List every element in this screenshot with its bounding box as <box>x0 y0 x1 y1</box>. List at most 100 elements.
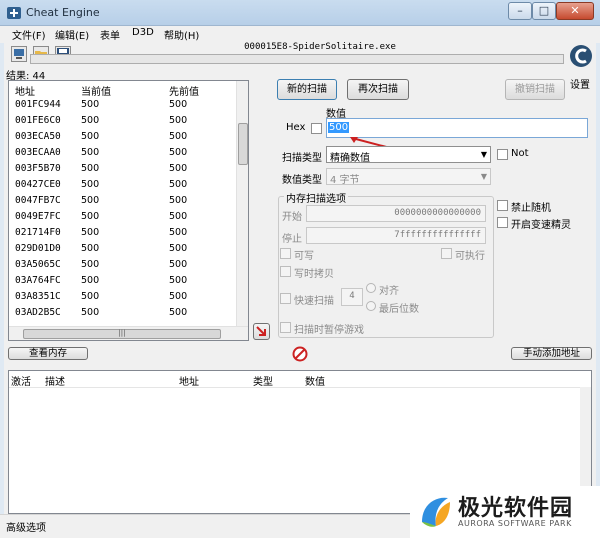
maximize-button[interactable]: □ <box>532 2 556 20</box>
address-cell: 03A764FC <box>15 275 61 286</box>
stop-icon[interactable] <box>292 346 308 362</box>
add-address-manually-button[interactable]: 手动添加地址 <box>511 347 592 360</box>
address-cell: 001FC944 <box>15 99 61 110</box>
current-value-cell: 500 <box>81 211 100 222</box>
executable-checkbox[interactable] <box>441 248 452 259</box>
advanced-options-link[interactable]: 高级选项 <box>6 519 46 534</box>
not-checkbox[interactable] <box>497 149 508 160</box>
fast-scan-alignment-field[interactable]: 4 <box>341 288 363 306</box>
undo-scan-button[interactable]: 撤销扫描 <box>505 79 565 100</box>
address-row[interactable]: 03A8351C 500 500 <box>9 289 237 305</box>
current-value-cell: 500 <box>81 99 100 110</box>
scan-type-select[interactable]: 精确数值 ▼ <box>326 146 491 164</box>
address-cell: 003F5B70 <box>15 163 61 174</box>
previous-value-cell: 500 <box>169 179 188 190</box>
column-active[interactable]: 激活 <box>11 373 31 388</box>
start-label: 开始 <box>282 212 302 223</box>
align-radio[interactable] <box>366 283 376 293</box>
stop-address-field[interactable]: 7fffffffffffffff <box>306 227 486 244</box>
address-row[interactable]: 03A764FC 500 500 <box>9 273 237 289</box>
address-row[interactable]: 003ECAA0 500 500 <box>9 145 237 161</box>
column-description[interactable]: 描述 <box>45 373 65 388</box>
add-selected-to-list-button[interactable] <box>253 323 270 340</box>
previous-value-cell: 500 <box>169 211 188 222</box>
speedhack-checkbox[interactable] <box>497 217 508 228</box>
pause-game-checkbox[interactable] <box>280 322 291 333</box>
menu-help[interactable]: 帮助(H) <box>164 27 199 42</box>
watermark-brand: 极光软件园 <box>458 496 574 521</box>
scroll-thumb[interactable]: ||| <box>23 329 221 339</box>
address-cell: 03AD2B5C <box>15 307 61 318</box>
current-value-cell: 500 <box>81 275 100 286</box>
address-cell: 0049E7FC <box>15 211 61 222</box>
current-value-cell: 500 <box>81 291 100 302</box>
column-current-value[interactable]: 当前值 <box>81 83 111 98</box>
memory-scan-options-title: 内存扫描选项 <box>284 190 348 205</box>
watermark: 极光软件园 AURORA SOFTWARE PARK <box>410 486 600 538</box>
start-address-field[interactable]: 0000000000000000 <box>306 205 486 222</box>
address-row[interactable]: 0047FB7C 500 500 <box>9 193 237 209</box>
address-list-vertical-scrollbar[interactable] <box>236 81 248 327</box>
address-row[interactable]: 021714F0 500 500 <box>9 225 237 241</box>
value-type-select[interactable]: 4 字节 ▼ <box>326 168 491 186</box>
settings-label[interactable]: 设置 <box>570 76 590 91</box>
address-cell: 001FE6C0 <box>15 115 61 126</box>
address-cell: 0047FB7C <box>15 195 61 206</box>
previous-value-cell: 500 <box>169 195 188 206</box>
column-previous-value[interactable]: 先前值 <box>169 83 199 98</box>
red-arrow-icon <box>256 326 266 336</box>
column-type[interactable]: 类型 <box>253 373 273 388</box>
address-row[interactable]: 00427CE0 500 500 <box>9 177 237 193</box>
scroll-thumb[interactable] <box>238 123 248 165</box>
view-memory-button[interactable]: 查看内存 <box>8 347 88 360</box>
previous-value-cell: 500 <box>169 227 188 238</box>
address-cell: 029D01D0 <box>15 243 61 254</box>
next-scan-button[interactable]: 再次扫描 <box>347 79 409 100</box>
minimize-button[interactable]: – <box>508 2 532 20</box>
address-row[interactable]: 001FC944 500 500 <box>9 97 237 113</box>
current-value-cell: 500 <box>81 243 100 254</box>
address-row[interactable]: 03A5065C 500 500 <box>9 257 237 273</box>
new-scan-button[interactable]: 新的扫描 <box>277 79 337 100</box>
current-value-cell: 500 <box>81 195 100 206</box>
close-button[interactable]: ✕ <box>556 2 594 20</box>
found-address-list[interactable]: 地址 当前值 先前值 001FC944 500 500 001FE6C0 500 500 0… <box>8 80 249 341</box>
previous-value-cell: 500 <box>169 259 188 270</box>
address-row[interactable]: 0049E7FC 500 500 <box>9 209 237 225</box>
column-address[interactable]: 地址 <box>15 83 35 98</box>
writable-checkbox[interactable] <box>280 248 291 259</box>
menu-file[interactable]: 文件(F) <box>12 27 46 42</box>
last-digits-radio[interactable] <box>366 301 376 311</box>
address-cell: 021714F0 <box>15 227 61 238</box>
copy-on-write-checkbox[interactable] <box>280 266 291 277</box>
address-row[interactable]: 003ECA50 500 500 <box>9 129 237 145</box>
fast-scan-label: 快速扫描 <box>294 296 334 307</box>
stop-label: 停止 <box>282 234 302 245</box>
previous-value-cell: 500 <box>169 131 188 142</box>
watermark-subtitle: AURORA SOFTWARE PARK <box>458 519 572 528</box>
fast-scan-checkbox[interactable] <box>280 293 291 304</box>
address-row[interactable]: 03AD2B5C 500 500 <box>9 305 237 321</box>
column-address[interactable]: 地址 <box>179 373 199 388</box>
disable-random-checkbox[interactable] <box>497 200 508 211</box>
address-row[interactable]: 001FE6C0 500 500 <box>9 113 237 129</box>
address-row[interactable]: 003F5B70 500 500 <box>9 161 237 177</box>
current-value-cell: 500 <box>81 179 100 190</box>
menu-edit[interactable]: 编辑(E) <box>55 27 89 42</box>
menu-table[interactable]: 表单 <box>100 27 120 42</box>
previous-value-cell: 500 <box>169 307 188 318</box>
address-cell: 003ECAA0 <box>15 147 61 158</box>
hex-checkbox[interactable] <box>311 123 322 134</box>
address-cell: 00427CE0 <box>15 179 61 190</box>
menu-d3d[interactable]: D3D <box>132 27 154 38</box>
address-row[interactable]: 029D01D0 500 500 <box>9 241 237 257</box>
current-value-cell: 500 <box>81 307 100 318</box>
open-process-button[interactable] <box>11 46 27 62</box>
cheat-engine-settings-logo-icon[interactable] <box>568 42 594 74</box>
window-title: Cheat Engine <box>26 6 100 19</box>
computer-icon <box>14 49 24 59</box>
address-list-header: 地址 当前值 先前值 <box>9 81 237 98</box>
chevron-down-icon: ▼ <box>480 150 487 159</box>
column-value[interactable]: 数值 <box>305 373 325 388</box>
address-list-horizontal-scrollbar[interactable]: ||| <box>9 326 248 340</box>
